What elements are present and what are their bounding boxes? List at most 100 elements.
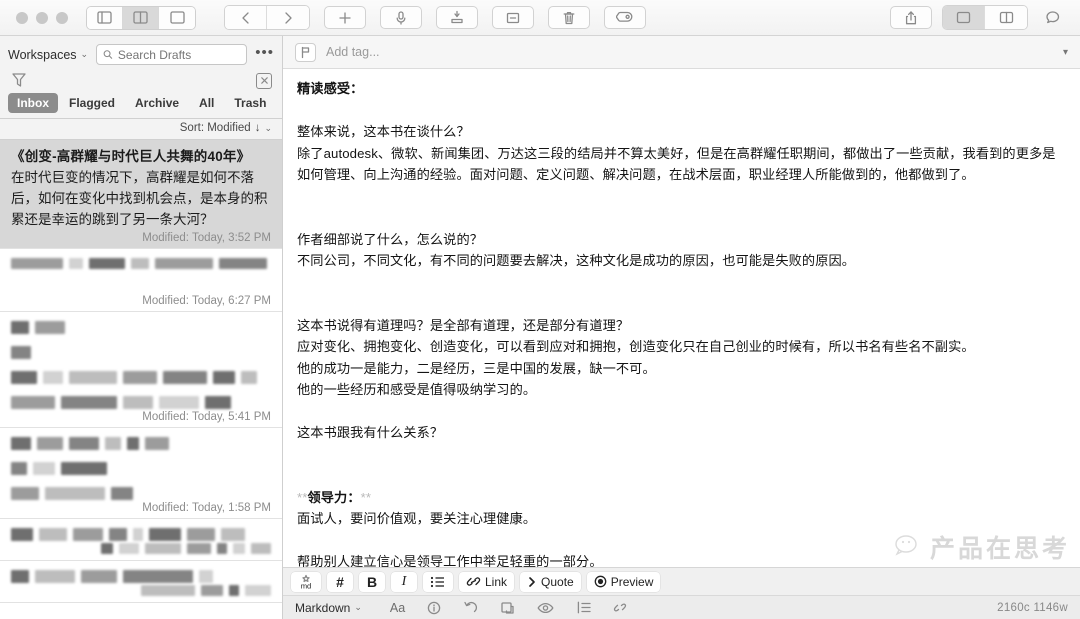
doc-paragraph: 作者细部说了什么，怎么说的？ <box>297 231 484 247</box>
drafts-list-sidebar: Workspaces ⌄ ••• <box>0 36 283 619</box>
flag-button[interactable] <box>295 42 316 62</box>
md-logo-button[interactable]: md <box>291 571 321 592</box>
doc-blank-line <box>297 100 1066 122</box>
link-button[interactable]: Link <box>459 571 515 592</box>
link-button-label: Link <box>485 574 508 589</box>
tag-button[interactable] <box>604 6 646 29</box>
search-icon <box>103 50 113 59</box>
note-preview-line: 后，如何在变化中找到机会点，是本身的积 <box>11 191 268 206</box>
redacted-preview <box>11 321 271 409</box>
note-preview-line: 在时代巨变的情况下，高群耀是如何不落 <box>11 170 254 185</box>
italic-button[interactable]: I <box>391 571 417 592</box>
note-modified-date: Modified: Today, 3:52 PM <box>142 232 271 244</box>
list-item[interactable]: Modified: Today, 1:58 PM <box>0 428 282 519</box>
dictate-button[interactable] <box>380 6 422 29</box>
forward-button[interactable] <box>267 6 309 29</box>
doc-paragraph: 整体来说，这本书在谈什么？ <box>297 124 470 139</box>
main-body: Workspaces ⌄ ••• <box>0 36 1080 619</box>
sidebar-more-button[interactable]: ••• <box>255 45 274 62</box>
hash-icon: # <box>336 573 344 590</box>
list-item[interactable]: 《创变-高群耀与时代巨人共舞的40年》 在时代巨变的情况下，高群耀是如何不落 后… <box>0 140 282 249</box>
workspaces-label: Workspaces <box>8 47 77 62</box>
doc-blank-line <box>297 530 1066 552</box>
eye-circle-icon <box>594 575 607 588</box>
workspaces-button[interactable]: Workspaces ⌄ <box>8 48 88 62</box>
archive-button[interactable] <box>492 6 534 29</box>
toggle-left-panel-button[interactable] <box>943 6 985 29</box>
link-chain-button[interactable] <box>613 601 627 614</box>
redacted-preview <box>11 528 271 541</box>
tab-trash[interactable]: Trash <box>225 93 275 113</box>
inbox-button[interactable] <box>436 6 478 29</box>
italic-icon: I <box>401 573 407 589</box>
note-editor: Add tag... ▾ 精读感受： 整体来说，这本书在谈什么？ 除了autod… <box>283 36 1080 619</box>
list-item[interactable] <box>0 519 282 561</box>
preview-button-label: Preview <box>610 574 654 589</box>
tab-archive[interactable]: Archive <box>126 93 188 113</box>
doc-paragraph: 他的成功一是能力，二是经历，三是中国的发展，缺一不可。 <box>297 360 656 376</box>
status-bar: Markdown ⌄ Aa 2160c 1146w <box>283 595 1080 619</box>
new-draft-button[interactable] <box>324 6 366 29</box>
note-preview-line: 累还是幸运的跳到了另一条大河？ <box>11 212 214 227</box>
toggle-list-button[interactable] <box>123 6 159 29</box>
share-button[interactable] <box>890 6 932 29</box>
close-window-button[interactable] <box>16 11 28 24</box>
add-tag-input[interactable]: Add tag... <box>326 45 1053 59</box>
list-button[interactable] <box>423 571 453 592</box>
title-bar <box>0 0 1080 36</box>
tag-bar: Add tag... ▾ <box>283 36 1080 69</box>
back-button[interactable] <box>225 6 267 29</box>
trash-button[interactable] <box>548 6 590 29</box>
window-traffic-lights[interactable] <box>16 11 68 24</box>
comment-button[interactable] <box>1038 6 1068 29</box>
list-item[interactable]: Modified: Today, 5:41 PM <box>0 312 282 428</box>
quote-button-label: Quote <box>541 574 574 589</box>
toggle-sidebar-button[interactable] <box>87 6 123 29</box>
syntax-selector[interactable]: Markdown ⌄ <box>295 601 362 615</box>
funnel-icon[interactable] <box>11 72 27 89</box>
doc-paragraph: 这本书说得有道理吗？是全部有道理，还是部分有道理？ <box>297 317 630 333</box>
sort-label: Sort: Modified <box>179 122 251 134</box>
duplicate-button[interactable] <box>500 601 515 615</box>
bold-icon: B <box>366 573 378 590</box>
clear-filter-button[interactable] <box>256 72 272 89</box>
redacted-preview <box>11 437 271 500</box>
info-button[interactable] <box>427 601 441 615</box>
quote-button[interactable]: Quote <box>520 571 581 592</box>
toggle-right-panel-button[interactable] <box>985 6 1027 29</box>
search-input[interactable] <box>117 47 241 62</box>
heading-button[interactable]: # <box>327 571 353 592</box>
bold-button[interactable]: B <box>359 571 385 592</box>
undo-button[interactable] <box>463 601 478 615</box>
chevron-down-icon: ⌄ <box>354 602 362 612</box>
right-panel-toggle-group[interactable] <box>942 5 1028 30</box>
list-item[interactable]: Modified: Today, 6:27 PM <box>0 249 282 312</box>
tab-all[interactable]: All <box>190 93 223 113</box>
doc-paragraph-bold-markdown: **领导力：** <box>297 487 1066 509</box>
font-size-button[interactable]: Aa <box>390 601 405 615</box>
markdown-toolbar: md # B I Link Quote Preview <box>283 567 1080 595</box>
character-word-count: 2160c 1146w <box>997 601 1068 614</box>
tab-flagged[interactable]: Flagged <box>60 93 124 113</box>
line-spacing-button[interactable] <box>576 601 591 614</box>
search-field[interactable] <box>96 44 248 65</box>
maximize-window-button[interactable] <box>56 11 68 24</box>
tab-inbox[interactable]: Inbox <box>8 93 58 113</box>
sort-control[interactable]: Sort: Modified ↓ ⌄ <box>0 119 282 140</box>
document-content[interactable]: 精读感受： 整体来说，这本书在谈什么？ 除了autodesk、微软、新闻集团、万… <box>283 69 1080 567</box>
navigation-button-group[interactable] <box>224 5 310 30</box>
preview-toggle-button[interactable] <box>537 602 554 614</box>
toggle-editor-button[interactable] <box>159 6 195 29</box>
link-chain-icon <box>614 603 627 612</box>
panel-layout-segmented-control[interactable] <box>86 5 196 30</box>
doc-paragraph-text: 领导力： <box>307 489 361 505</box>
doc-blank-line <box>297 401 1066 423</box>
chevron-down-icon[interactable]: ▾ <box>1063 47 1068 58</box>
doc-paragraph: 精读感受： <box>297 81 364 96</box>
redacted-preview <box>11 570 271 583</box>
preview-button[interactable]: Preview <box>586 571 661 592</box>
syntax-label: Markdown <box>295 600 351 615</box>
minimize-window-button[interactable] <box>36 11 48 24</box>
list-item[interactable] <box>0 561 282 603</box>
drafts-list[interactable]: 《创变-高群耀与时代巨人共舞的40年》 在时代巨变的情况下，高群耀是如何不落 后… <box>0 140 282 619</box>
